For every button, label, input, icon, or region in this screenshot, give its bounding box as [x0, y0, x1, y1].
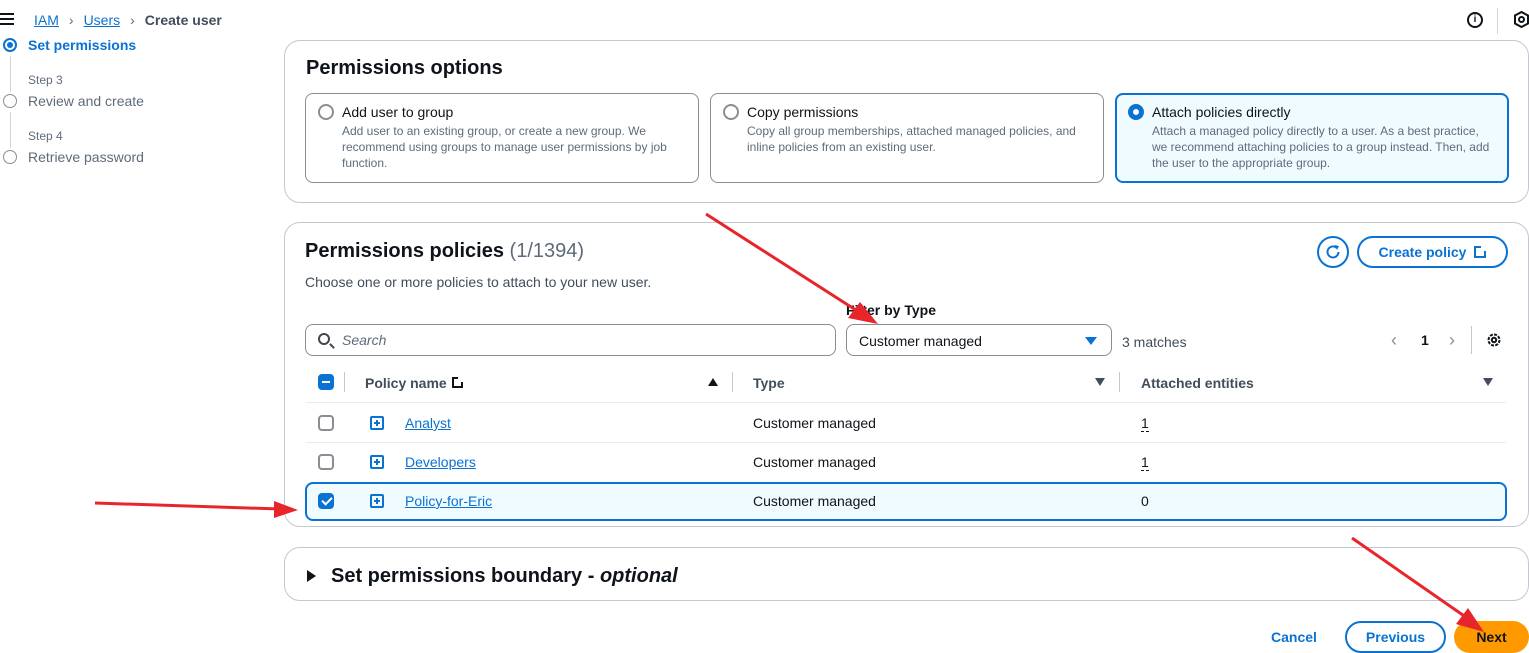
select-all-checkbox[interactable]: [318, 374, 334, 390]
attached-entities[interactable]: 1: [1141, 415, 1149, 432]
chevron-right-icon: ›: [68, 12, 74, 28]
search-input[interactable]: [342, 325, 822, 355]
permissions-options-panel: Permissions options Add user to group Ad…: [284, 40, 1529, 203]
column-header-type[interactable]: Type: [753, 375, 785, 391]
table-divider: [306, 442, 1506, 443]
step-connector: [10, 112, 11, 148]
option-attach-policies-directly[interactable]: Attach policies directly Attach a manage…: [1115, 93, 1509, 183]
option-add-user-to-group[interactable]: Add user to group Add user to an existin…: [305, 93, 699, 183]
step-indicator: [3, 94, 17, 108]
expand-icon[interactable]: [370, 455, 384, 469]
breadcrumb-iam[interactable]: IAM: [34, 12, 59, 28]
radio-button[interactable]: [318, 104, 334, 120]
option-title: Attach policies directly: [1152, 104, 1291, 120]
external-link-icon: [1474, 245, 1488, 258]
create-policy-button[interactable]: Create policy: [1357, 236, 1508, 268]
cancel-button[interactable]: Cancel: [1271, 629, 1317, 645]
external-link-icon: [451, 376, 464, 388]
search-field[interactable]: [305, 324, 836, 356]
attached-entities[interactable]: 1: [1141, 454, 1149, 471]
gear-icon[interactable]: [1485, 331, 1503, 349]
column-separator: [732, 372, 733, 392]
policy-type: Customer managed: [753, 454, 876, 470]
option-description: Copy all group memberships, attached man…: [747, 124, 1076, 154]
refresh-button[interactable]: [1317, 236, 1349, 268]
boundary-title-text: Set permissions boundary -: [331, 565, 600, 587]
filter-by-type-label: Filter by Type: [846, 302, 936, 318]
option-title: Add user to group: [342, 104, 454, 120]
boundary-optional-text: optional: [599, 565, 678, 587]
menu-icon[interactable]: [0, 13, 14, 25]
step-indicator-active: [3, 38, 17, 52]
step-label-review[interactable]: Review and create: [28, 93, 144, 109]
column-label: Policy name: [365, 375, 447, 391]
step-label-set-permissions: Set permissions: [28, 37, 137, 53]
permissions-boundary-title[interactable]: Set permissions boundary - optional: [331, 565, 678, 588]
chevron-left-icon[interactable]: ‹: [1391, 330, 1397, 350]
chevron-right-icon[interactable]: ›: [1449, 330, 1455, 350]
breadcrumb-users[interactable]: Users: [84, 12, 121, 28]
radio-button[interactable]: [723, 104, 739, 120]
column-header-policy-name[interactable]: Policy name: [365, 375, 464, 391]
sort-icon[interactable]: [1095, 378, 1105, 386]
create-policy-label: Create policy: [1378, 244, 1467, 260]
row-checkbox-checked[interactable]: [318, 493, 334, 509]
divider: [1471, 326, 1472, 354]
sort-ascending-icon[interactable]: [708, 378, 718, 386]
caret-right-icon[interactable]: [307, 570, 316, 582]
settings-hex-icon[interactable]: [1514, 11, 1529, 28]
search-icon: [318, 333, 330, 345]
refresh-icon: [1326, 245, 1340, 259]
policy-name-link[interactable]: Analyst: [405, 415, 451, 431]
step-indicator: [3, 150, 17, 164]
option-title: Copy permissions: [747, 104, 859, 120]
sort-icon[interactable]: [1483, 378, 1493, 386]
attached-entities: 0: [1141, 493, 1149, 509]
step-label-retrieve[interactable]: Retrieve password: [28, 149, 144, 165]
annotation-arrow-line: [94, 501, 281, 511]
policy-name-link[interactable]: Policy-for-Eric: [405, 493, 492, 509]
table-divider: [306, 402, 1506, 403]
step-number-3: Step 3: [28, 73, 63, 87]
divider: [1497, 8, 1498, 34]
row-checkbox[interactable]: [318, 415, 334, 431]
filter-selected-value: Customer managed: [859, 333, 982, 349]
column-header-attached-entities[interactable]: Attached entities: [1141, 375, 1254, 391]
option-copy-permissions[interactable]: Copy permissions Copy all group membersh…: [710, 93, 1104, 183]
radio-button-selected[interactable]: [1128, 104, 1144, 120]
option-description: Attach a managed policy directly to a us…: [1152, 124, 1490, 170]
pagination: ‹: [1391, 330, 1397, 351]
chevron-right-icon: ›: [130, 12, 135, 28]
permissions-policies-title: Permissions policies (1/1394): [305, 240, 584, 263]
policies-count: (1/1394): [509, 240, 585, 262]
expand-icon[interactable]: [370, 494, 384, 508]
step-connector: [10, 56, 11, 92]
policies-title-text: Permissions policies: [305, 240, 504, 262]
previous-button[interactable]: Previous: [1345, 621, 1446, 653]
filter-type-select[interactable]: Customer managed: [846, 324, 1112, 356]
policy-type: Customer managed: [753, 415, 876, 431]
breadcrumb-current: Create user: [144, 12, 222, 28]
row-checkbox[interactable]: [318, 454, 334, 470]
policies-subtitle: Choose one or more policies to attach to…: [305, 274, 652, 290]
pagination-next: ›: [1449, 330, 1455, 351]
matches-count: 3 matches: [1122, 334, 1187, 350]
column-separator: [1119, 372, 1120, 392]
caret-down-icon: [1085, 337, 1097, 345]
step-number-4: Step 4: [28, 129, 63, 143]
permissions-options-title: Permissions options: [306, 57, 503, 79]
policy-name-link[interactable]: Developers: [405, 454, 476, 470]
option-description: Add user to an existing group, or create…: [342, 124, 667, 170]
policy-type: Customer managed: [753, 493, 876, 509]
expand-icon[interactable]: [370, 416, 384, 430]
info-icon[interactable]: i: [1467, 12, 1483, 28]
top-navigation: IAM › Users › Create user i: [0, 0, 1529, 40]
column-separator: [344, 372, 345, 392]
next-button[interactable]: Next: [1454, 621, 1529, 653]
breadcrumb: IAM › Users › Create user: [34, 12, 222, 28]
page-number[interactable]: 1: [1421, 332, 1429, 348]
